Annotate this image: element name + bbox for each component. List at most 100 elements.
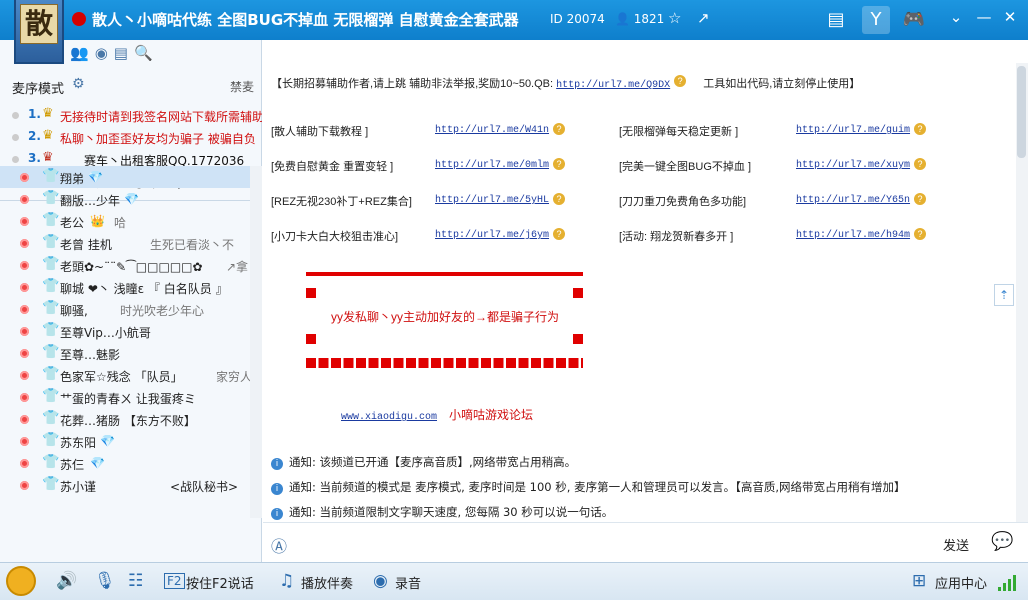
bulletin-link[interactable]: http://url7.me/W41n	[435, 125, 549, 136]
shirt-icon: 👕	[42, 454, 60, 470]
crown-icon: 👑	[90, 214, 105, 228]
bulletin-link-row: http://url7.me/guim?	[796, 123, 927, 136]
yy-icon[interactable]: Y	[862, 6, 890, 34]
bulletin-icon[interactable]: ▤	[822, 6, 850, 34]
mixer-icon[interactable]: ☷	[128, 571, 143, 591]
mic-icon	[20, 283, 29, 292]
microphone-icon[interactable]: 🎙	[94, 571, 116, 591]
site-line: www.xiaodigu.com 小嘀咕游戏论坛	[341, 406, 533, 423]
avatar[interactable]	[6, 566, 36, 596]
system-notice: i 通知: 当前频道限制文字聊天速度, 您每隔 30 秒可以说一句话。	[271, 504, 613, 520]
app-center-button[interactable]: 应用中心	[935, 573, 987, 592]
help-icon: ?	[914, 228, 927, 240]
member-row[interactable]: 👕 花葬…猪肠 【东方不败】	[0, 408, 250, 430]
users-icon[interactable]: 👥	[70, 44, 89, 62]
bulletin-header: 【长期招募辅助作者,请上跳 辅助非法举报,奖励10~50.QB: http://…	[271, 75, 860, 91]
shirt-icon: 👕	[42, 322, 60, 338]
shirt-icon: 👕	[42, 234, 60, 250]
gamepad-icon[interactable]: 🎮	[900, 6, 928, 34]
member-row[interactable]: 👕 色家军☆残念 「队员」 家穷人	[0, 364, 250, 386]
bulletin-link[interactable]: http://url7.me/5yHL	[435, 195, 549, 206]
member-row[interactable]: 👕 至尊…魅影	[0, 342, 250, 364]
shirt-icon: 👕	[42, 366, 60, 382]
app-grid-icon: ⊞	[912, 571, 927, 591]
member-row[interactable]: 👕 苏东阳 💎	[0, 430, 250, 452]
member-row[interactable]: 👕 老頭✿~¨¨✎⁀□□□□□✿ ↗拿	[0, 254, 250, 276]
queue-item[interactable]: 2. ♛ 私聊丶加歪歪好友均为骗子 被骗自负	[0, 126, 262, 148]
member-row[interactable]: 👕 翔弟 💎	[0, 166, 250, 188]
shirt-icon: 👕	[42, 190, 60, 206]
mic-icon	[20, 393, 29, 402]
bulletin-label: [REZ无视230补丁+REZ集合]	[271, 196, 412, 208]
help-icon: ?	[674, 75, 687, 87]
member-list-scrollbar[interactable]	[250, 166, 262, 518]
member-row[interactable]: 👕 苏仨 💎	[0, 452, 250, 474]
shirt-icon: ♛	[42, 150, 54, 165]
mic-icon	[20, 239, 29, 248]
speaker-icon[interactable]: 🔊	[56, 571, 77, 591]
banned-mic-button[interactable]: 禁麦	[230, 78, 254, 95]
status-dot	[12, 156, 19, 163]
chat-input[interactable]	[293, 529, 933, 555]
bulletin-header-link[interactable]: http://url7.me/Q9DX	[556, 80, 670, 91]
bulletin-label: [刀刀重刀免费角色多功能]	[619, 196, 747, 208]
system-notice: i 通知: 该频道已开通【麦序高音质】,网络带宽占用稍高。	[271, 454, 576, 470]
send-button[interactable]: 发送	[943, 535, 969, 554]
chat-input-bar: Ⓐ 发送 💬	[263, 522, 1028, 562]
site-link[interactable]: www.xiaodigu.com	[341, 412, 437, 423]
member-row[interactable]: 👕 至尊Vip…小航哥	[0, 320, 250, 342]
bulletin-link[interactable]: http://url7.me/Y65n	[796, 195, 910, 206]
mic-icon	[20, 371, 29, 380]
member-row[interactable]: 👕 翻版…少年 💎	[0, 188, 250, 210]
bulletin-link-row: http://url7.me/xuym?	[796, 158, 927, 171]
status-dot	[12, 112, 19, 119]
favorite-star-icon[interactable]: ☆	[668, 9, 681, 27]
push-to-talk-button[interactable]: 按住F2说话	[186, 573, 254, 592]
shirt-icon: 👕	[42, 212, 60, 228]
member-row[interactable]: 👕 聊骚, 时光吹老少年心	[0, 298, 250, 320]
bulletin-board: 【长期招募辅助作者,请上跳 辅助非法举报,奖励10~50.QB: http://…	[263, 63, 1028, 270]
help-icon: ?	[553, 158, 566, 170]
font-icon[interactable]: Ⓐ	[271, 533, 287, 557]
member-signature: 哈	[114, 216, 127, 230]
member-name: 聊骚,	[60, 304, 88, 318]
member-row[interactable]: 👕 聊城 ❤丶 浅瞳ε 『 白名队员 』	[0, 276, 250, 298]
help-icon: ?	[553, 193, 566, 205]
record-button[interactable]: 录音	[395, 573, 421, 592]
mic-icon	[20, 415, 29, 424]
bulletin-link[interactable]: http://url7.me/h94m	[796, 230, 910, 241]
member-signature: ↗拿	[226, 260, 249, 274]
member-row[interactable]: 👕 老公 👑 哈	[0, 210, 250, 232]
member-row[interactable]: 👕 苏小谨 <战队秘书>	[0, 474, 250, 496]
search-icon[interactable]: 🔍	[134, 44, 153, 62]
play-accompaniment-button[interactable]: 播放伴奏	[301, 573, 353, 592]
help-icon: ?	[914, 193, 927, 205]
bulletin-link[interactable]: http://url7.me/guim	[796, 125, 910, 136]
bulletin-link[interactable]: http://url7.me/xuym	[796, 160, 910, 171]
scroll-top-icon[interactable]: ⇡	[994, 284, 1014, 306]
help-icon: ?	[553, 123, 566, 135]
title-bar: 散人丶小嘀咕代练 全图BUG不掉血 无限榴弹 自慰黄金全套武器 ID 20074…	[0, 0, 1028, 40]
scroll-thumb[interactable]	[1017, 66, 1026, 158]
menu-icon[interactable]: ⌄	[946, 8, 966, 26]
member-name: 苏仨	[60, 458, 85, 472]
bulletin-link-row: http://url7.me/5yHL?	[435, 193, 566, 206]
member-signature: <战队秘书>	[170, 480, 239, 494]
member-row[interactable]: 👕 艹蛋的青春ㄨ 让我蛋疼ミ	[0, 386, 250, 408]
share-icon[interactable]: ↗	[697, 9, 710, 27]
mode-settings-icon[interactable]: ⚙	[72, 76, 85, 92]
close-button[interactable]: ✕	[1000, 8, 1020, 26]
shirt-icon: 👕	[42, 388, 60, 404]
person-icon: 👤	[615, 12, 634, 26]
list-icon[interactable]: ▤	[114, 44, 128, 62]
channel-logo[interactable]: 散	[14, 0, 64, 64]
minimize-button[interactable]: —	[974, 8, 994, 26]
location-icon[interactable]: ◉	[95, 44, 108, 62]
member-row[interactable]: 👕 老曾 挂机 生死已看淡丶不	[0, 232, 250, 254]
warning-text: yy发私聊丶yy主动加好友的→都是骗子行为	[331, 310, 560, 324]
queue-item[interactable]: 1. ♛ 无接待时请到我签名网站下载所需辅助	[0, 104, 262, 126]
bulletin-link[interactable]: http://url7.me/0mlm	[435, 160, 549, 171]
diamond-icon: 💎	[90, 456, 105, 470]
bulletin-link[interactable]: http://url7.me/j6ym	[435, 230, 549, 241]
chat-bubble-icon[interactable]: 💬	[991, 531, 1013, 552]
